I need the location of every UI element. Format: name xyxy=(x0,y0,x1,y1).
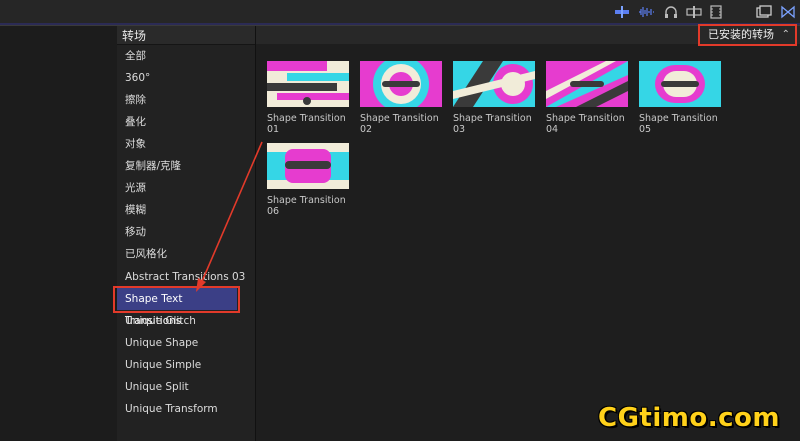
category-item[interactable]: 全部 xyxy=(117,45,255,67)
transition-number: 06 xyxy=(267,206,280,217)
category-item[interactable]: 擦除 xyxy=(117,89,255,111)
transition-preview-image xyxy=(267,143,349,189)
watermark: CGtimo.com xyxy=(598,403,780,433)
transition-number: 04 xyxy=(546,124,559,135)
category-item[interactable]: Unique Simple xyxy=(117,354,255,376)
transition-number: 01 xyxy=(267,124,280,135)
transition-preview-image xyxy=(360,61,442,107)
category-item[interactable]: 360° xyxy=(117,67,255,89)
libraries-sidebar xyxy=(0,26,118,441)
transition-name: Shape Transition xyxy=(267,195,346,206)
panel-title-bar: 转场 xyxy=(117,26,255,45)
transition-name: Shape Transition xyxy=(453,113,532,124)
transition-number: 03 xyxy=(453,124,466,135)
installed-transitions-dropdown[interactable]: 已安装的转场 ⌃ xyxy=(698,24,797,46)
category-item[interactable]: Unique Shape xyxy=(117,332,255,354)
transition-thumbnail[interactable] xyxy=(267,61,349,107)
category-item[interactable]: Unique Glitch xyxy=(117,310,255,332)
waveform-icon[interactable] xyxy=(638,5,654,19)
audio-meter-icon[interactable] xyxy=(614,5,630,19)
transition-label: Shape Transition 06 xyxy=(267,195,346,217)
transition-label: Shape Transition 04 xyxy=(546,113,625,135)
transition-number: 05 xyxy=(639,124,652,135)
chevron-updown-icon: ⌃ xyxy=(781,29,790,40)
transition-thumbnail[interactable] xyxy=(267,143,349,189)
transition-name: Shape Transition xyxy=(546,113,625,124)
category-item[interactable]: Unique Split xyxy=(117,376,255,398)
panel-title: 转场 xyxy=(122,29,147,43)
dropdown-label: 已安装的转场 xyxy=(708,28,774,41)
transition-preview-image xyxy=(546,61,628,107)
transition-name: Shape Transition xyxy=(360,113,439,124)
transition-thumbnail[interactable] xyxy=(453,61,535,107)
transition-thumbnail[interactable] xyxy=(639,61,721,107)
category-item[interactable]: Unique Transform xyxy=(117,398,255,420)
transition-label: Shape Transition 02 xyxy=(360,113,439,135)
transition-preview-image xyxy=(453,61,535,107)
transition-name: Shape Transition xyxy=(639,113,718,124)
film-icon[interactable] xyxy=(708,5,724,19)
transition-name: Shape Transition xyxy=(267,113,346,124)
browser-window-icon[interactable] xyxy=(756,5,772,19)
transition-preview-image xyxy=(639,61,721,107)
transition-preview-image xyxy=(267,61,349,107)
annotation-arrow xyxy=(196,141,263,292)
transition-label: Shape Transition 03 xyxy=(453,113,532,135)
headphones-icon[interactable] xyxy=(663,5,679,19)
transition-thumbnail[interactable] xyxy=(546,61,628,107)
transition-label: Shape Transition 01 xyxy=(267,113,346,135)
inspector-icon[interactable] xyxy=(780,5,796,19)
clip-skimming-icon[interactable] xyxy=(686,5,702,19)
transition-thumbnail[interactable] xyxy=(360,61,442,107)
transition-label: Shape Transition 05 xyxy=(639,113,718,135)
top-divider xyxy=(0,23,800,25)
transition-number: 02 xyxy=(360,124,373,135)
category-item[interactable]: 叠化 xyxy=(117,111,255,133)
